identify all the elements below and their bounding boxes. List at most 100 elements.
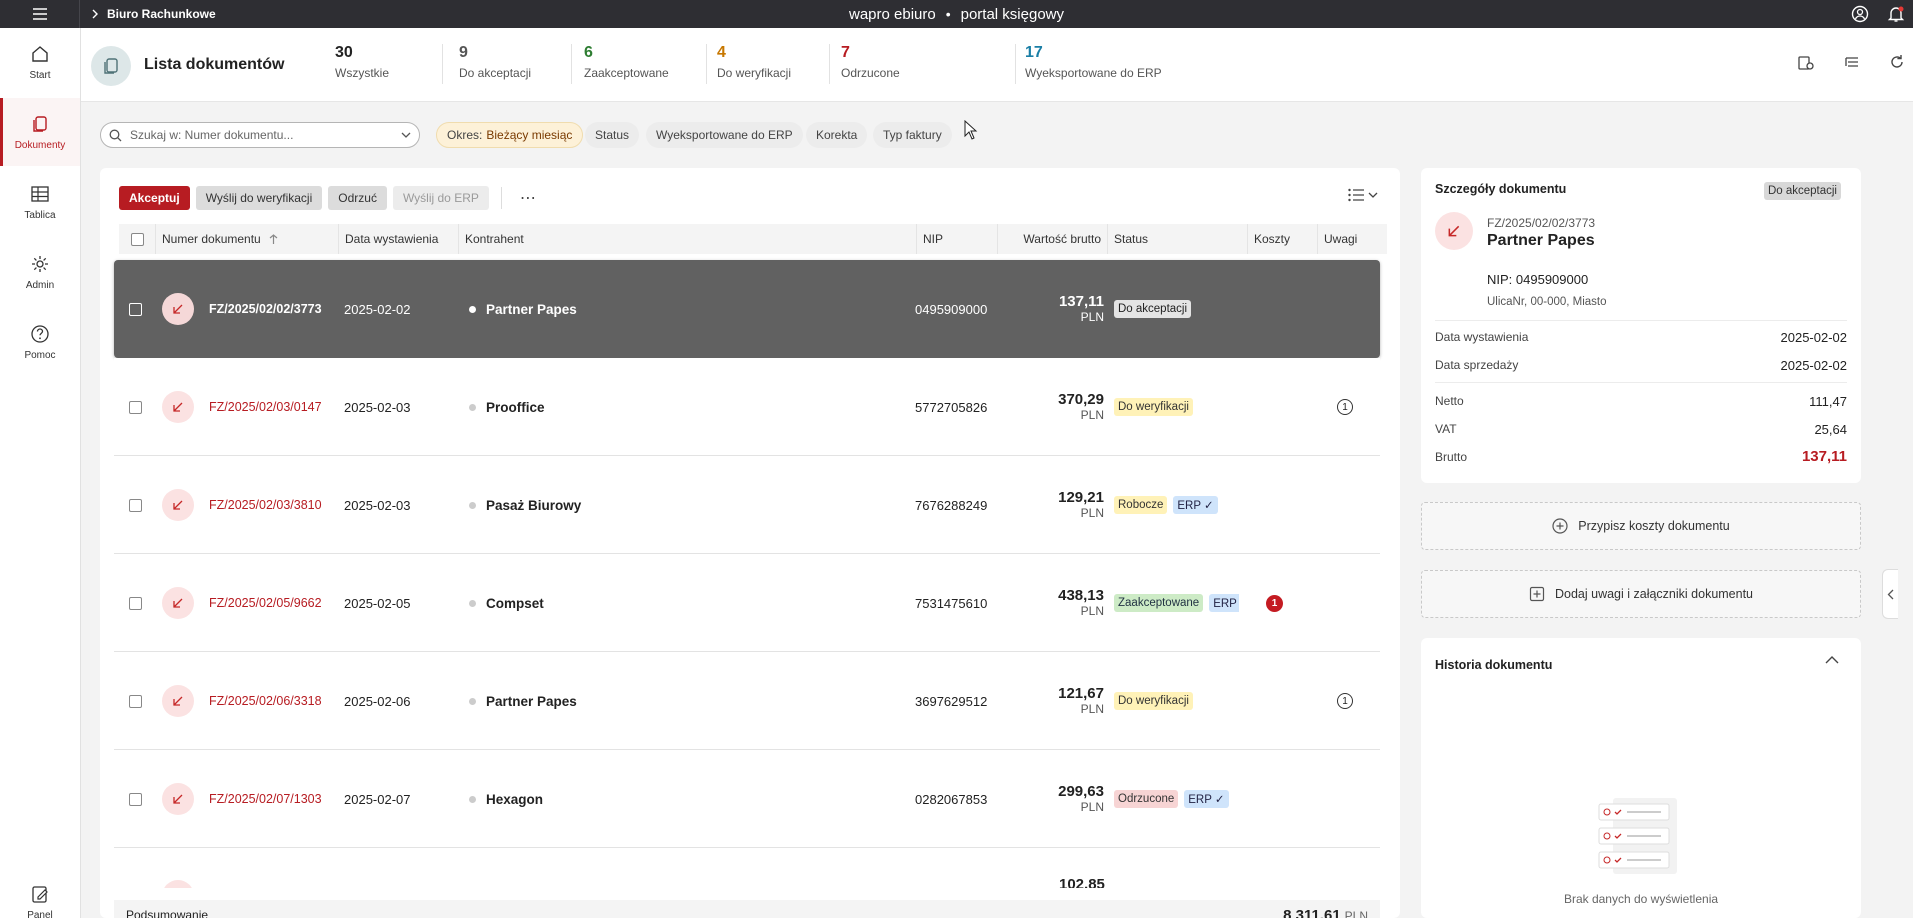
notes-count-icon[interactable]: 1: [1337, 399, 1353, 415]
send-to-erp-button[interactable]: Wyślij do ERP: [392, 186, 489, 210]
row-checkbox[interactable]: [129, 302, 142, 316]
column-notes[interactable]: Uwagi: [1318, 224, 1387, 254]
nav-label-panel: Panel: [27, 910, 53, 918]
view-mode-toggle[interactable]: [1348, 188, 1378, 202]
send-to-verification-button[interactable]: Wyślij do weryfikacji: [195, 186, 323, 210]
table-row[interactable]: FZ/2025/02/03/3810 2025-02-03 Pasaż Biur…: [114, 456, 1380, 554]
stat-to-accept[interactable]: 9 Do akceptacji: [459, 44, 531, 80]
contractor-name: Partner Papes: [486, 693, 577, 709]
kv-label: VAT: [1435, 422, 1457, 436]
row-checkbox[interactable]: [129, 792, 142, 806]
amount-value: 121,67: [1058, 685, 1104, 703]
header-tools: [1797, 54, 1905, 72]
nav-item-board[interactable]: Tablica: [0, 168, 80, 236]
accept-button[interactable]: Akceptuj: [119, 186, 190, 210]
nip-value: 3697629512: [915, 693, 988, 709]
nav-item-admin[interactable]: Admin: [0, 238, 80, 306]
divider: [1015, 44, 1016, 84]
nav-item-documents[interactable]: Dokumenty: [0, 98, 80, 166]
document-number[interactable]: FZ/2025/02/07/1303: [209, 750, 322, 848]
row-checkbox[interactable]: [129, 400, 142, 414]
search-input[interactable]: Szukaj w: Numer dokumentu...: [100, 122, 420, 148]
chevron-down-icon: [1368, 192, 1378, 198]
refresh-icon[interactable]: [1889, 54, 1905, 70]
stat-accepted-label: Zaakceptowane: [584, 66, 669, 80]
column-status[interactable]: Status: [1108, 224, 1248, 254]
stat-rejected[interactable]: 7 Odrzucone: [841, 44, 900, 80]
summary-total-value: 8 311,61: [1283, 906, 1341, 918]
chevron-down-icon[interactable]: [401, 132, 411, 138]
filter-period-label: Okres:: [447, 128, 483, 142]
stat-exported-label: Wyeksportowane do ERP: [1025, 66, 1162, 80]
amount-value: 129,21: [1058, 489, 1104, 507]
row-checkbox[interactable]: [129, 596, 142, 610]
stat-exported-erp[interactable]: 17 Wyeksportowane do ERP: [1025, 44, 1162, 80]
breadcrumb[interactable]: Biuro Rachunkowe: [92, 0, 216, 28]
tree-view-icon[interactable]: [1843, 54, 1861, 72]
left-navigation: Start Dokumenty Tablica Admin Pomoc Pane…: [0, 28, 81, 918]
table-summary: Podsumowanie 8 311,61 PLN: [114, 900, 1380, 918]
row-checkbox[interactable]: [129, 694, 142, 708]
stat-all[interactable]: 30 Wszystkie: [335, 44, 389, 80]
costs-count-badge[interactable]: 1: [1266, 594, 1283, 612]
table-row[interactable]: FZ/2025/02/07/1303 2025-02-07 Hexagon 02…: [114, 750, 1380, 848]
user-icon[interactable]: [1851, 5, 1869, 23]
issue-date: 2025-02-07: [344, 791, 411, 807]
more-actions-button[interactable]: ⋯: [514, 188, 542, 208]
filter-chip-exported-erp[interactable]: Wyeksportowane do ERP: [646, 122, 803, 148]
column-number[interactable]: Numer dokumentu: [156, 224, 339, 254]
kv-label: Netto: [1435, 394, 1464, 408]
contractor-name: Partner Papes: [486, 301, 577, 317]
column-date[interactable]: Data wystawienia: [339, 224, 459, 254]
document-number[interactable]: FZ/2025/02/06/3318: [209, 652, 322, 750]
row-checkbox[interactable]: [129, 498, 142, 512]
hamburger-menu-button[interactable]: [0, 0, 80, 28]
add-notes-button[interactable]: Dodaj uwagi i załączniki dokumentu: [1421, 570, 1861, 618]
amount-currency: PLN: [1080, 603, 1104, 618]
divider: [829, 44, 830, 84]
collapse-panel-handle[interactable]: [1882, 569, 1898, 619]
filter-chip-period[interactable]: Okres: Bieżący miesiąc: [436, 122, 584, 148]
nav-item-start[interactable]: Start: [0, 28, 80, 96]
table-row[interactable]: FZ/2025/02/06/3318 2025-02-06 Partner Pa…: [114, 652, 1380, 750]
details-nip: NIP: 0495909000: [1487, 272, 1589, 287]
filter-chip-status[interactable]: Status: [585, 122, 640, 148]
table-row[interactable]: FZ/2025/02/03/0147 2025-02-03 Prooffice …: [114, 358, 1380, 456]
sort-asc-icon: [269, 233, 278, 244]
document-number[interactable]: FZ/2025/02/05/9662: [209, 554, 322, 652]
stat-to-verify[interactable]: 4 Do weryfikacji: [717, 44, 791, 80]
column-label: Status: [1114, 232, 1149, 246]
details-gross-row: Brutto 137,11: [1435, 448, 1847, 465]
document-number[interactable]: FZ/2025/02/02/3773: [209, 260, 322, 358]
document-number[interactable]: FZ/2025/02/03/0147: [209, 358, 322, 456]
invoice-type-cell: [162, 456, 194, 554]
table-row[interactable]: FZ/2025/02/05/9662 2025-02-05 Compset 75…: [114, 554, 1380, 652]
reject-button[interactable]: Odrzuć: [328, 186, 387, 210]
nav-item-help[interactable]: Pomoc: [0, 308, 80, 376]
column-contractor[interactable]: Kontrahent: [459, 224, 917, 254]
column-costs[interactable]: Koszty: [1248, 224, 1318, 254]
column-label: Kontrahent: [465, 232, 524, 246]
issue-date: 2025-02-03: [344, 497, 411, 513]
chevron-up-icon[interactable]: [1825, 656, 1839, 664]
kv-label: Data sprzedaży: [1435, 358, 1519, 372]
filter-chip-correction[interactable]: Korekta: [806, 122, 868, 148]
filter-chip-invoice-type[interactable]: Typ faktury: [873, 122, 952, 148]
document-settings-icon[interactable]: [1797, 54, 1815, 72]
select-all-checkbox[interactable]: [130, 232, 144, 246]
column-gross[interactable]: Wartość brutto: [998, 224, 1108, 254]
table-row[interactable]: FZ/2025/02/02/3773 2025-02-02 Partner Pa…: [114, 260, 1380, 358]
stat-accepted[interactable]: 6 Zaakceptowane: [584, 44, 669, 80]
assign-costs-label: Przypisz koszty dokumentu: [1578, 519, 1730, 533]
column-nip[interactable]: NIP: [917, 224, 998, 254]
summary-label: Podsumowanie: [126, 908, 209, 918]
assign-costs-button[interactable]: Przypisz koszty dokumentu: [1421, 502, 1861, 550]
nip-value: 0282067853: [915, 791, 988, 807]
bell-icon[interactable]: [1887, 5, 1905, 23]
notes-count-icon[interactable]: 1: [1337, 693, 1353, 709]
document-number[interactable]: FZ/2025/02/03/3810: [209, 456, 322, 554]
table-header: Numer dokumentu Data wystawienia Kontrah…: [119, 224, 1387, 254]
nip-value: 0495909000: [915, 301, 988, 317]
amount-value: 438,13: [1058, 587, 1104, 605]
nav-item-panel[interactable]: Panel: [0, 884, 80, 918]
